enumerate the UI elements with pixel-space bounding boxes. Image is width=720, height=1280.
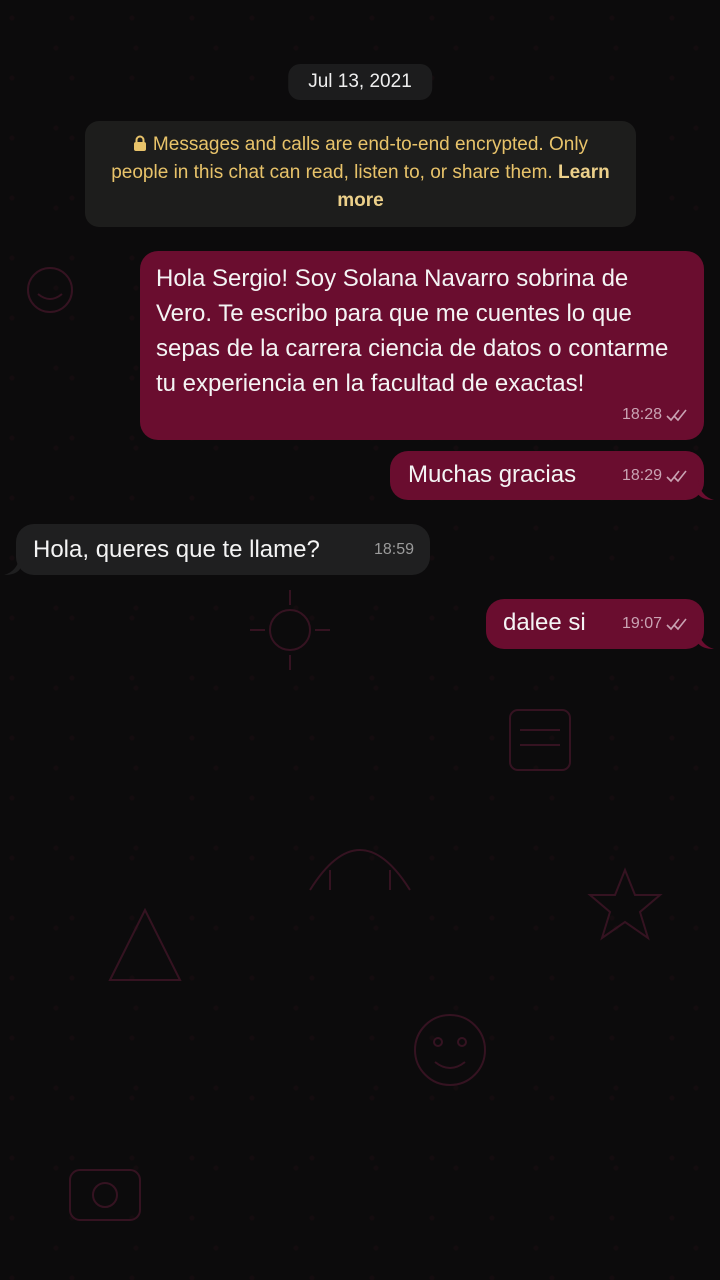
read-receipt-icon bbox=[666, 618, 687, 630]
bubble-tail bbox=[698, 629, 714, 649]
message-time: 18:59 bbox=[373, 541, 414, 558]
message-bubble-outgoing[interactable]: dalee si 19:07 bbox=[486, 599, 704, 649]
date-chip: Jul 13, 2021 bbox=[288, 64, 432, 100]
doodle-icon bbox=[250, 590, 330, 670]
message-meta: 19:07 bbox=[622, 606, 688, 641]
encryption-notice-text: Messages and calls are end-to-end encryp… bbox=[111, 134, 589, 183]
message-time: 19:07 bbox=[621, 615, 662, 632]
doodle-icon bbox=[27, 267, 73, 313]
doodle-icon bbox=[587, 867, 663, 941]
message-text: Hola Sergio! Soy Solana Navarro sobrina … bbox=[156, 265, 669, 397]
message-time: 18:28 bbox=[621, 406, 662, 423]
message-text: Hola, queres que te llame? bbox=[33, 536, 320, 563]
doodle-icon bbox=[309, 849, 411, 891]
read-receipt-icon bbox=[666, 409, 687, 421]
doodle-icon bbox=[69, 1169, 141, 1221]
message-bubble-outgoing[interactable]: Hola Sergio! Soy Solana Navarro sobrina … bbox=[140, 251, 704, 440]
read-receipt-icon bbox=[666, 470, 687, 482]
bubble-tail bbox=[698, 480, 714, 500]
bubble-tail bbox=[4, 555, 20, 575]
doodle-icon bbox=[108, 907, 182, 981]
encryption-notice[interactable]: Messages and calls are end-to-end encryp… bbox=[85, 121, 636, 227]
message-meta: 18:29 bbox=[622, 458, 688, 493]
message-meta: 18:59 bbox=[374, 532, 414, 567]
message-bubble-incoming[interactable]: Hola, queres que te llame? 18:59 bbox=[16, 524, 430, 575]
message-time: 18:29 bbox=[621, 467, 662, 484]
message-meta: 18:28 bbox=[622, 397, 688, 432]
message-bubble-outgoing[interactable]: Muchas gracias 18:29 bbox=[390, 451, 704, 500]
lock-icon bbox=[133, 135, 146, 151]
doodle-icon bbox=[509, 709, 571, 771]
doodle-icon bbox=[414, 1014, 486, 1086]
